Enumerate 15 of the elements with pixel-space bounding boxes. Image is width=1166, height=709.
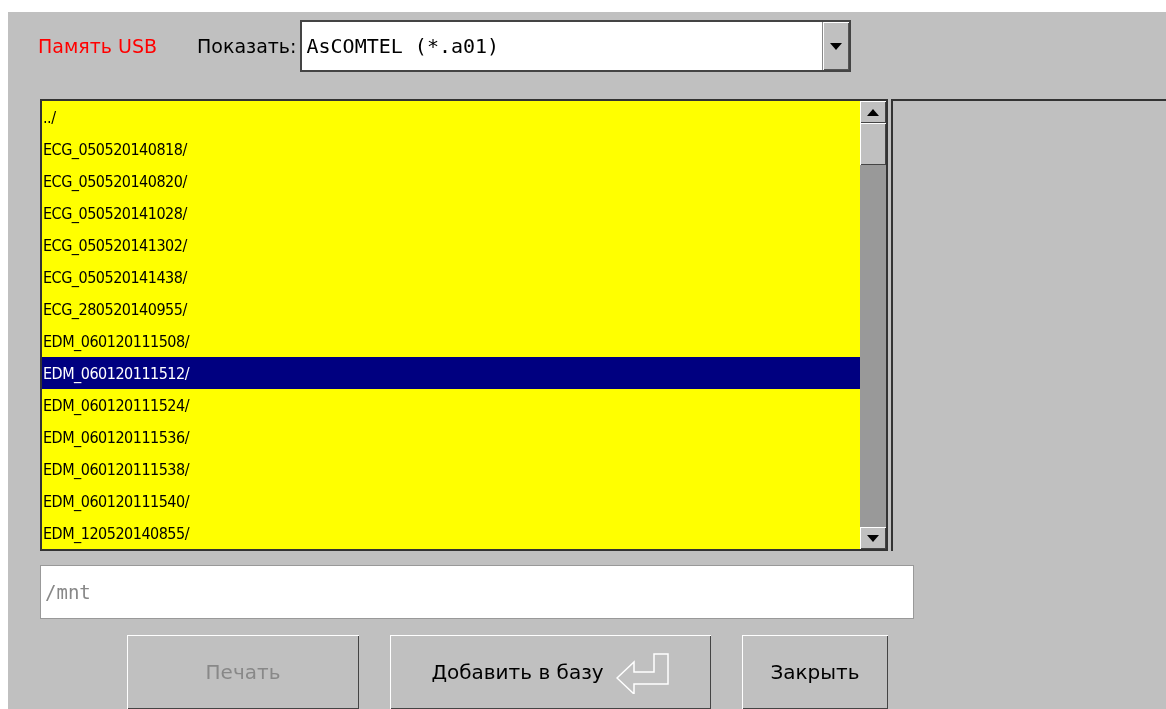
filter-dropdown[interactable]: AsCOMTEL (*.a01) <box>300 20 852 73</box>
up-arrow-icon <box>867 108 879 116</box>
enter-arrow-icon <box>615 650 670 694</box>
down-arrow-icon <box>867 534 879 542</box>
filter-label: Показать: <box>197 35 297 58</box>
source-label: Память USB <box>38 35 157 58</box>
path-field[interactable]: /mnt <box>40 565 914 619</box>
scrollbar[interactable] <box>860 101 886 550</box>
action-button[interactable]: Закрыть <box>742 635 888 709</box>
scroll-thumb[interactable] <box>860 123 886 166</box>
scroll-down-button[interactable] <box>860 527 886 550</box>
scroll-up-button[interactable] <box>860 101 886 124</box>
down-arrow-icon <box>830 42 843 50</box>
action-button[interactable]: Добавить в базу <box>390 635 711 709</box>
file-item[interactable]: EDM_060120111512/ <box>42 357 860 390</box>
